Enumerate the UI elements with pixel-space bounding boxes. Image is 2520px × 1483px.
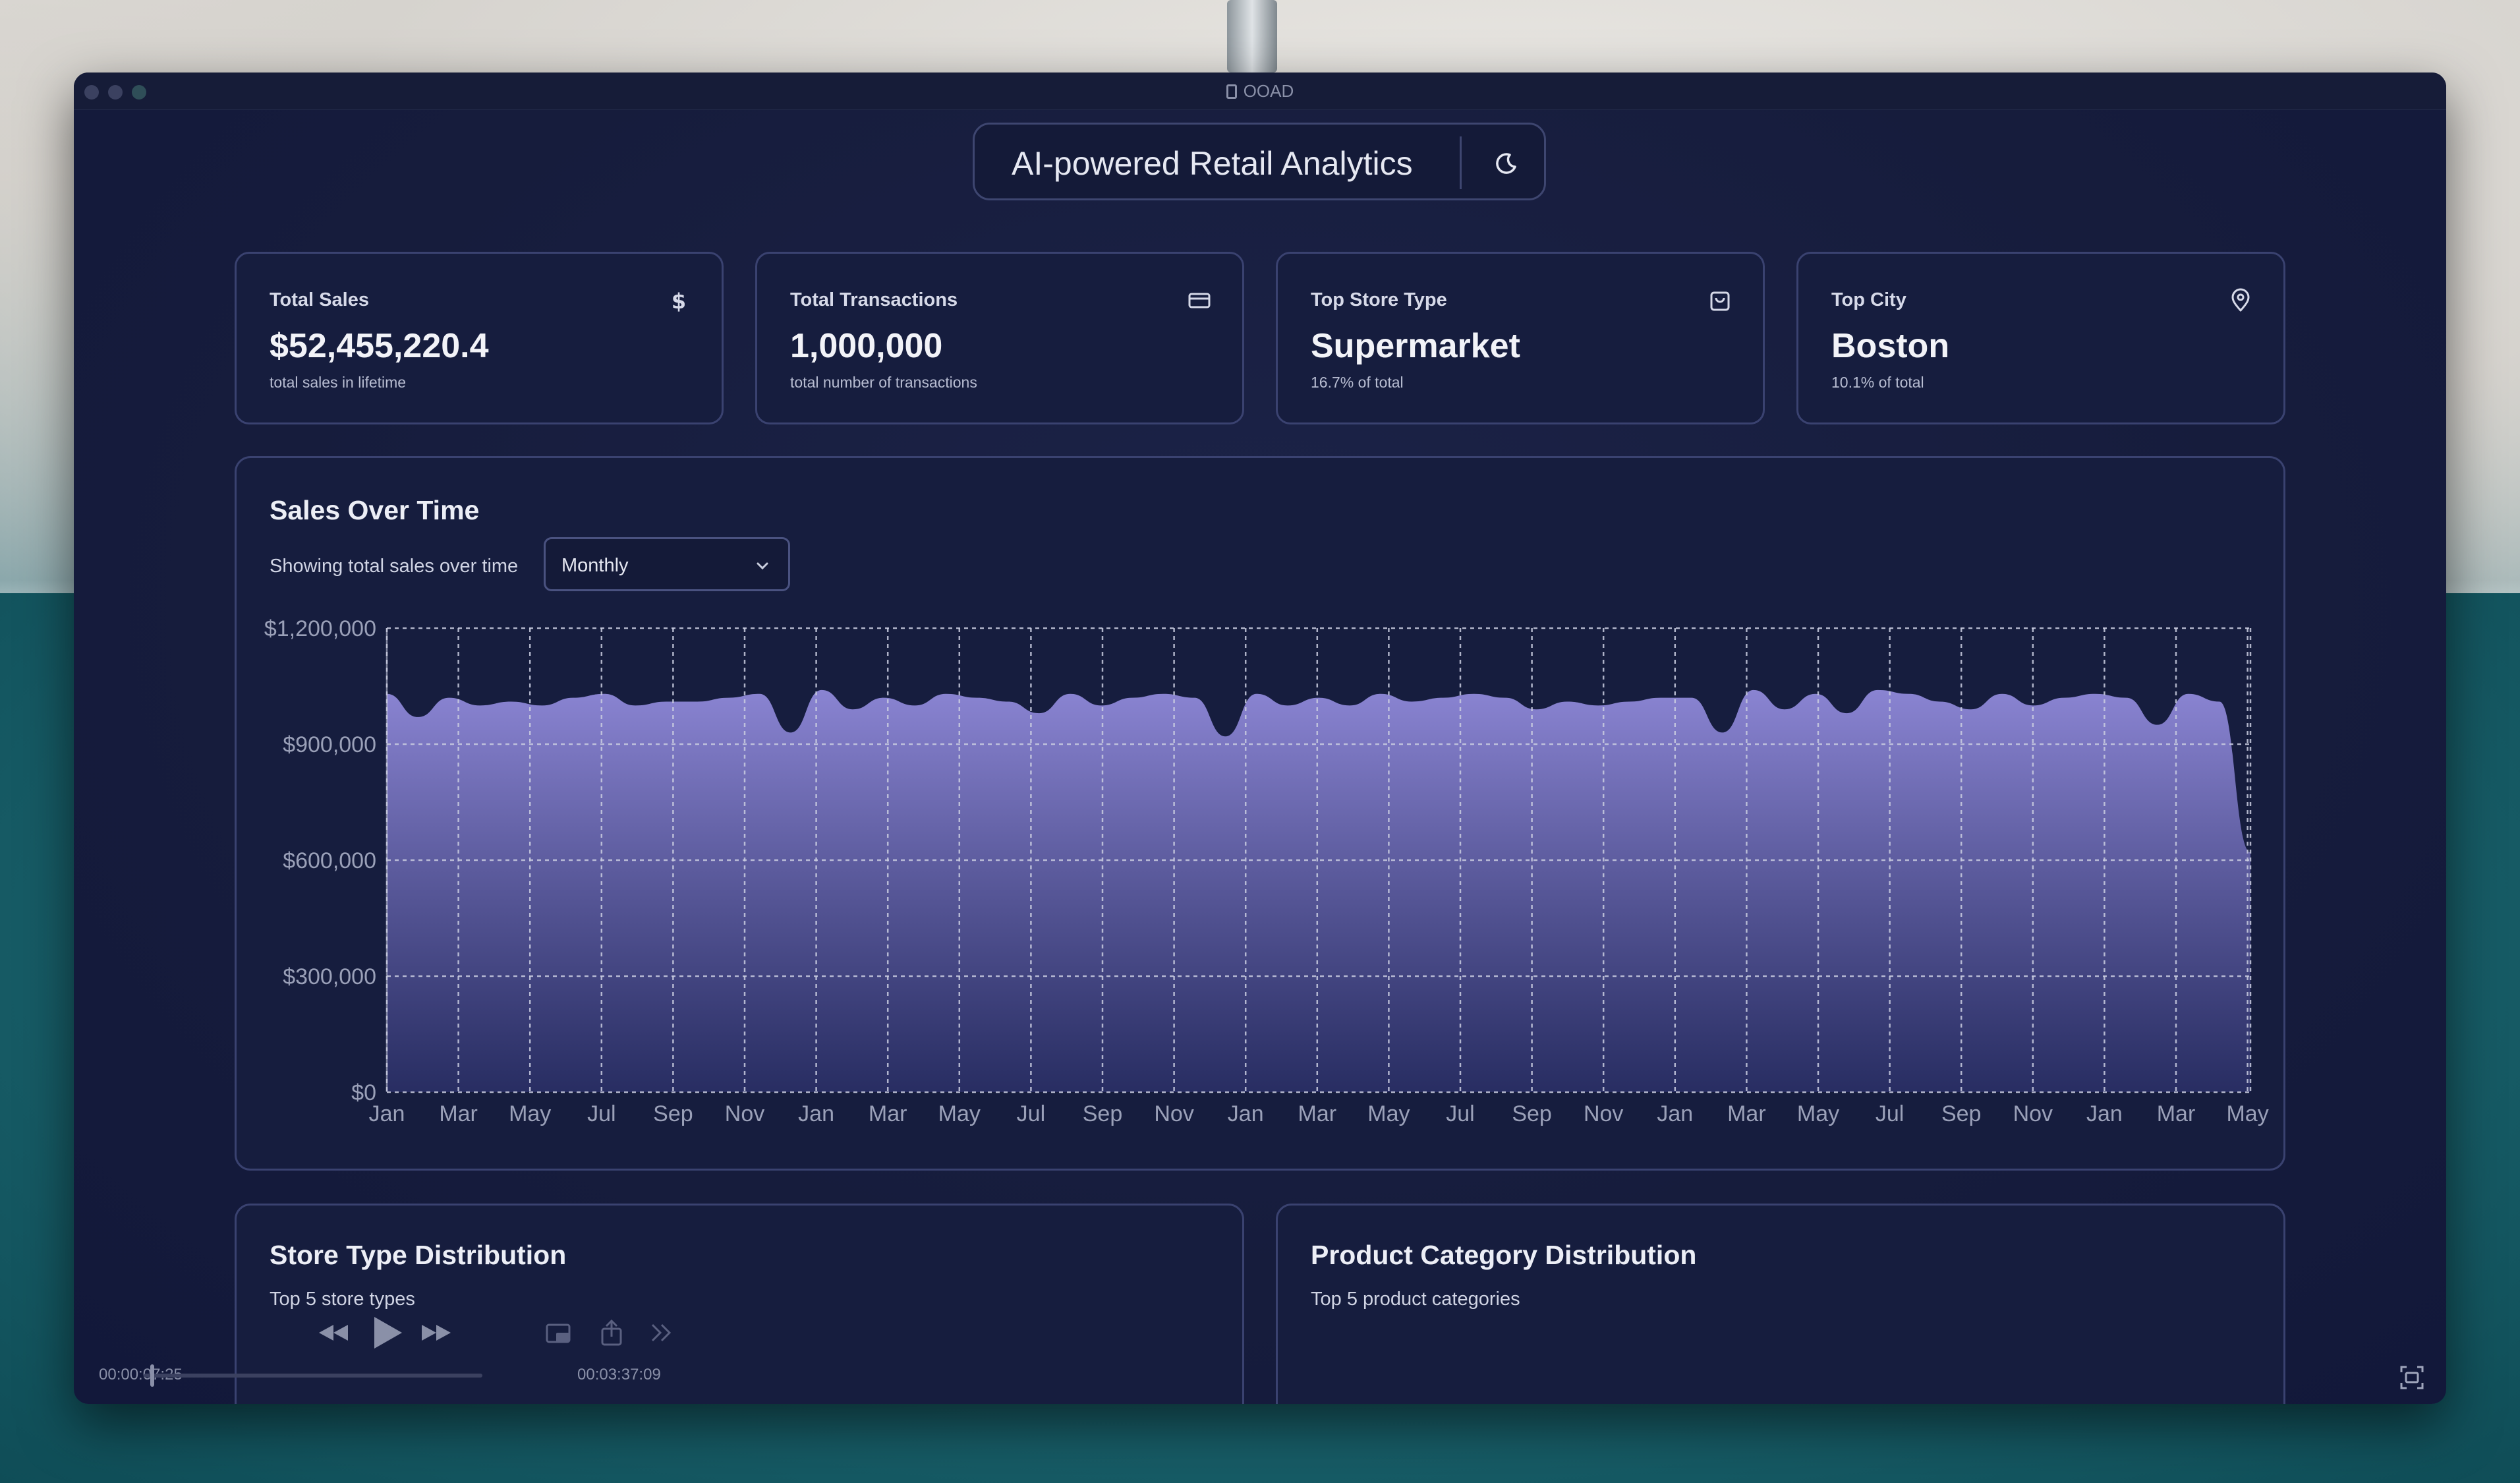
y-tick-label: $1,200,000: [264, 616, 376, 641]
panel-subtitle: Top 5 store types: [270, 1289, 415, 1310]
x-tick-label: May: [2226, 1101, 2268, 1126]
media-scrubber[interactable]: [144, 1374, 482, 1378]
window-titlebar: OOAD: [74, 73, 2446, 110]
x-tick-label: Jul: [1446, 1101, 1474, 1126]
card-subtitle: total sales in lifetime: [270, 374, 407, 391]
media-scrubber-handle[interactable]: [150, 1364, 155, 1387]
card-value: 1,000,000: [790, 327, 943, 365]
fast-forward-icon: [422, 1325, 451, 1341]
y-tick-label: $900,000: [283, 732, 376, 757]
x-tick-label: Nov: [725, 1101, 764, 1126]
share-button[interactable]: [598, 1318, 625, 1347]
x-tick-label: Sep: [1512, 1101, 1552, 1126]
x-tick-label: Nov: [1154, 1101, 1193, 1126]
x-tick-label: Sep: [1941, 1101, 1982, 1126]
wallpaper-pillar: [1227, 0, 1277, 73]
shopping-bag-icon: [1710, 291, 1730, 311]
theme-toggle-button[interactable]: [1483, 140, 1530, 187]
y-tick-label: $600,000: [283, 848, 376, 873]
product-category-distribution-panel: Product Category Distribution Top 5 prod…: [1276, 1204, 2285, 1404]
x-tick-label: Jan: [2086, 1101, 2123, 1126]
total-transactions-card: Total Transactions 1,000,000 total numbe…: [755, 252, 1244, 424]
document-icon: [1226, 84, 1237, 99]
card-value: Supermarket: [1311, 327, 1520, 365]
sales-area-series: [387, 689, 2250, 1092]
more-options-button[interactable]: [648, 1322, 675, 1343]
card-label: Total Transactions: [790, 289, 958, 310]
x-tick-label: Jul: [1876, 1101, 1904, 1126]
dollar-icon: $: [672, 289, 686, 313]
page-title: AI-powered Retail Analytics: [1012, 145, 1413, 182]
panel-title: Product Category Distribution: [1311, 1240, 1697, 1270]
rewind-icon: [319, 1325, 348, 1341]
app-window: OOAD AI-powered Retail Analytics Total S…: [74, 73, 2446, 1404]
picture-in-picture-button[interactable]: [544, 1321, 573, 1347]
card-value: $52,455,220.4: [270, 327, 489, 365]
map-pin-icon: [2231, 288, 2250, 312]
x-tick-label: Mar: [869, 1101, 907, 1126]
moon-icon: [1496, 153, 1516, 174]
x-tick-label: May: [1367, 1101, 1410, 1126]
window-title: OOAD: [74, 81, 2446, 102]
x-tick-label: Mar: [439, 1101, 478, 1126]
play-button[interactable]: [369, 1314, 405, 1351]
x-tick-label: Jul: [587, 1101, 616, 1126]
x-tick-label: May: [938, 1101, 981, 1126]
panel-title: Store Type Distribution: [270, 1240, 567, 1270]
media-duration-time: 00:03:37:09: [577, 1366, 661, 1383]
play-icon: [374, 1317, 402, 1349]
screen-capture-icon: [2400, 1366, 2424, 1389]
x-tick-label: Sep: [653, 1101, 693, 1126]
x-tick-label: Nov: [1584, 1101, 1623, 1126]
x-tick-label: Sep: [1083, 1101, 1123, 1126]
rewind-button[interactable]: [316, 1321, 351, 1345]
x-tick-label: Nov: [2013, 1101, 2053, 1126]
sales-over-time-panel: Sales Over Time Showing total sales over…: [235, 456, 2285, 1171]
x-tick-label: Jan: [369, 1101, 405, 1126]
x-tick-label: Mar: [1727, 1101, 1766, 1126]
x-tick-label: Jan: [1657, 1101, 1693, 1126]
card-subtitle: 16.7% of total: [1311, 374, 1404, 391]
x-tick-label: Mar: [1298, 1101, 1337, 1126]
x-tick-label: May: [509, 1101, 551, 1126]
top-city-card: Top City Boston 10.1% of total: [1796, 252, 2285, 424]
window-title-text: OOAD: [1243, 81, 1294, 101]
credit-card-icon: [1188, 293, 1211, 308]
screen-capture-button[interactable]: [2399, 1364, 2425, 1391]
share-icon: [601, 1319, 622, 1346]
x-tick-label: Jan: [1228, 1101, 1264, 1126]
y-tick-label: $300,000: [283, 964, 376, 989]
card-value: Boston: [1831, 327, 1950, 365]
card-subtitle: total number of transactions: [790, 374, 977, 391]
total-sales-card: Total Sales $52,455,220.4 total sales in…: [235, 252, 724, 424]
app-header: AI-powered Retail Analytics: [973, 123, 1546, 200]
x-tick-label: Jul: [1017, 1101, 1045, 1126]
fast-forward-button[interactable]: [419, 1321, 453, 1345]
header-divider: [1460, 136, 1462, 189]
x-tick-label: May: [1797, 1101, 1839, 1126]
card-subtitle: 10.1% of total: [1831, 374, 1924, 391]
x-tick-label: Mar: [2157, 1101, 2196, 1126]
top-store-type-card: Top Store Type Supermarket 16.7% of tota…: [1276, 252, 1765, 424]
chevron-right-double-icon: [651, 1323, 672, 1342]
sales-area-chart: $0$300,000$600,000$900,000$1,200,000Jan M…: [264, 616, 2269, 1126]
card-label: Top City: [1831, 289, 1906, 310]
x-tick-label: Jan: [798, 1101, 834, 1126]
card-label: Total Sales: [270, 289, 369, 310]
svg-text:$: $: [672, 289, 686, 313]
panel-subtitle: Top 5 product categories: [1311, 1289, 1520, 1310]
card-label: Top Store Type: [1311, 289, 1447, 310]
picture-in-picture-icon: [546, 1323, 571, 1343]
